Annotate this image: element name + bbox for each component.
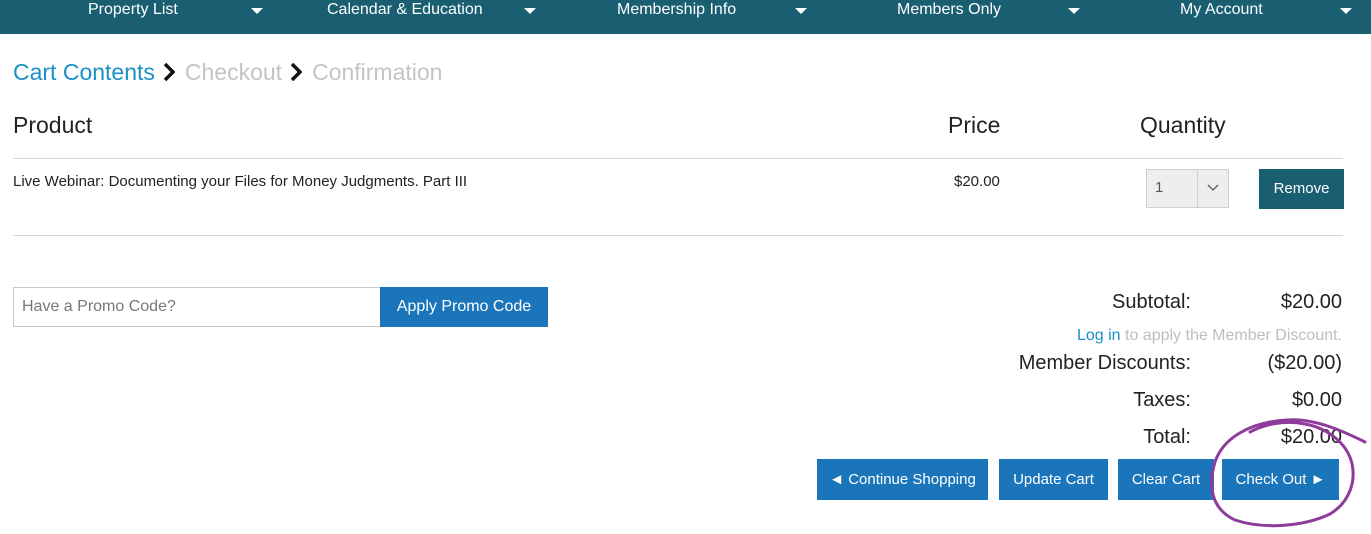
nav-label: Calendar & Education [327, 1, 483, 18]
nav-item-membership-info[interactable]: Membership Info [617, 0, 817, 34]
nav-item-property-list[interactable]: Property List [88, 0, 278, 34]
dropdown-caret-icon [795, 8, 807, 14]
dropdown-caret-icon [1340, 8, 1352, 14]
cart-item-product-name: Live Webinar: Documenting your Files for… [13, 173, 468, 190]
nav-item-my-account[interactable]: My Account [1180, 0, 1360, 34]
quantity-value: 1 [1155, 179, 1164, 196]
taxes-label: Taxes: [1133, 389, 1191, 411]
nav-label: Property List [88, 1, 178, 18]
chevron-right-icon [290, 63, 303, 81]
member-discounts-value: ($20.00) [1267, 352, 1343, 374]
remove-item-button[interactable]: Remove [1259, 169, 1344, 209]
nav-label: Membership Info [617, 1, 737, 18]
update-cart-button[interactable]: Update Cart [999, 459, 1108, 500]
subtotal-value: $20.00 [1280, 291, 1342, 313]
subtotal-label: Subtotal: [1112, 291, 1191, 313]
column-header-price: Price [948, 112, 1001, 138]
apply-promo-code-button[interactable]: Apply Promo Code [380, 287, 548, 327]
total-label: Total: [1143, 426, 1191, 448]
top-navigation-bar: Property List Calendar & Education Membe… [0, 0, 1371, 34]
column-header-quantity: Quantity [1140, 112, 1226, 138]
clear-cart-button[interactable]: Clear Cart [1118, 459, 1214, 500]
nav-item-members-only[interactable]: Members Only [897, 0, 1087, 34]
dropdown-caret-icon [251, 8, 263, 14]
member-discounts-label: Member Discounts: [1018, 352, 1191, 374]
member-discount-login-note: Log in to apply the Member Discount. [1077, 326, 1342, 346]
check-out-button[interactable]: Check Out ► [1222, 459, 1339, 500]
quantity-select[interactable]: 1 [1146, 169, 1229, 208]
cart-item-price: $20.00 [954, 173, 1000, 190]
nav-item-calendar-education[interactable]: Calendar & Education [327, 0, 547, 34]
continue-shopping-button[interactable]: ◄ Continue Shopping [817, 459, 988, 500]
chevron-down-icon [1207, 184, 1219, 192]
select-divider [1197, 170, 1198, 207]
chevron-right-icon [163, 63, 175, 81]
total-value: $20.00 [1280, 426, 1342, 448]
step-cart-contents[interactable]: Cart Contents [13, 59, 155, 85]
nav-label: Members Only [897, 1, 1002, 18]
table-divider [13, 235, 1343, 236]
login-note-text: to apply the Member Discount. [1120, 327, 1342, 344]
log-in-link[interactable]: Log in [1077, 327, 1121, 344]
table-divider [13, 158, 1343, 159]
step-checkout: Checkout [184, 59, 283, 85]
promo-code-input[interactable] [13, 287, 381, 327]
taxes-value: $0.00 [1291, 389, 1342, 411]
nav-label: My Account [1180, 1, 1263, 18]
dropdown-caret-icon [1068, 8, 1080, 14]
step-confirmation: Confirmation [312, 59, 443, 85]
column-header-product: Product [13, 112, 93, 138]
dropdown-caret-icon [524, 8, 536, 14]
checkout-steps-breadcrumb: Cart Contents Checkout Confirmation [13, 58, 442, 88]
